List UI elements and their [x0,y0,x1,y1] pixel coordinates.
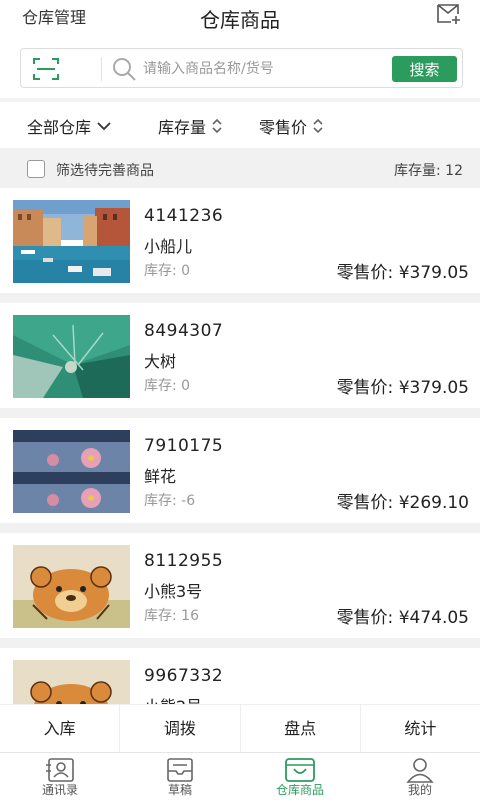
tab-profile[interactable]: 我的 [360,753,480,800]
filter-bar: 全部仓库 库存量 零售价 [0,102,480,146]
product-stock: 库存: -6 [144,493,196,509]
warehouse-filter-label: 全部仓库 [27,118,92,137]
warehouse-bag-icon [285,758,315,782]
filter-subbar: 筛选待完善商品 库存量: 12 [0,148,480,188]
product-name: 小熊2号 [144,693,202,704]
action-bar: 入库 调拨 盘点 统计 [0,704,480,752]
price-sort[interactable]: 零售价 [259,114,323,138]
search-icon [113,58,136,81]
product-name: 鲜花 [144,467,177,486]
product-code: 4141236 [144,206,224,226]
tab-warehouse-products[interactable]: 仓库商品 [240,753,360,800]
product-code: 9967332 [144,666,224,686]
top-bar: 仓库管理 仓库商品 [0,0,480,40]
mail-plus-icon[interactable] [436,2,462,26]
stock-sort-label: 库存量 [158,118,207,137]
product-code: 7910175 [144,436,224,456]
product-code: 8112955 [144,551,224,571]
product-stock: 库存: 16 [144,608,199,624]
incomplete-filter-label[interactable]: 筛选待完善商品 [56,160,154,180]
product-code: 8494307 [144,321,224,341]
scan-icon[interactable] [33,57,59,81]
page-title: 仓库商品 [200,8,280,32]
search-bar: 搜索 [20,48,463,88]
product-stock: 库存: 0 [144,378,191,394]
contacts-icon [46,758,74,782]
sort-icon [313,118,323,134]
transfer-button[interactable]: 调拨 [120,705,241,752]
tab-label: 通讯录 [41,783,78,797]
product-name: 小熊3号 [144,582,203,601]
product-price: 零售价: ¥379.05 [336,378,469,398]
tab-label: 我的 [407,783,432,797]
product-image-flowers [13,430,130,513]
search-input[interactable] [143,58,403,80]
product-image-bear [13,545,130,628]
product-name: 大树 [144,352,177,371]
product-card[interactable]: 7910175 鲜花 库存: -6 零售价: ¥269.10 [0,418,480,523]
product-name: 小船儿 [144,237,193,256]
product-card[interactable]: 8494307 大树 库存: 0 零售价: ¥379.05 [0,303,480,408]
product-card[interactable]: 9967332 小熊2号 [0,648,480,704]
stock-total: 库存量: 12 [394,163,463,179]
divider [101,57,102,81]
drafts-icon [167,758,193,782]
chevron-down-icon [97,122,111,131]
product-stock: 库存: 0 [144,263,191,279]
tab-label: 仓库商品 [275,783,324,797]
product-card[interactable]: 8112955 小熊3号 库存: 16 零售价: ¥474.05 [0,533,480,638]
tab-drafts[interactable]: 草稿 [120,753,240,800]
warehouse-filter[interactable]: 全部仓库 [27,114,111,138]
product-price: 零售价: ¥474.05 [336,608,469,628]
sort-icon [212,118,222,134]
incomplete-filter-checkbox[interactable] [27,160,45,178]
product-list: 4141236 小船儿 库存: 0 零售价: ¥379.05 8494307 大… [0,188,480,704]
stock-in-button[interactable]: 入库 [0,705,121,752]
tab-label: 草稿 [167,783,192,797]
search-button[interactable]: 搜索 [392,56,457,82]
tab-contacts[interactable]: 通讯录 [0,753,120,800]
inventory-check-button[interactable]: 盘点 [241,705,361,752]
product-card[interactable]: 4141236 小船儿 库存: 0 零售价: ¥379.05 [0,188,480,293]
price-sort-label: 零售价 [259,118,308,137]
user-icon [406,758,434,783]
statistics-button[interactable]: 统计 [361,705,480,752]
product-image-bear [13,660,130,704]
product-price: 零售价: ¥379.05 [336,263,469,283]
product-image-venice [13,200,130,283]
product-image-tree [13,315,130,398]
bottom-tab-bar: 通讯录 草稿 仓库商品 我的 [0,752,480,800]
product-price: 零售价: ¥269.10 [336,493,469,513]
stock-sort[interactable]: 库存量 [158,114,222,138]
